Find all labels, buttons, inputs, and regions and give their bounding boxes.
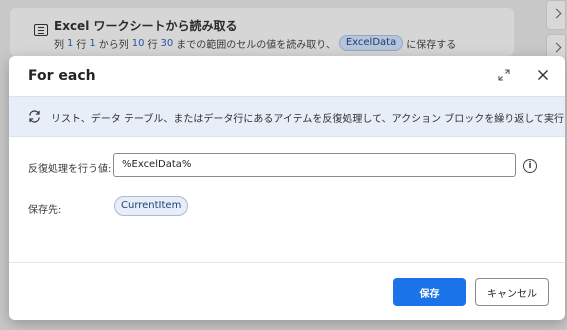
store-label: 保存先: xyxy=(28,205,62,216)
variable-chip: ExcelData xyxy=(338,35,404,51)
desc-number: 1 xyxy=(89,37,96,49)
background-action-description: 列 1 行 1 から列 10 行 30 までの範囲のセルの値を読み取り、 Exc… xyxy=(54,35,456,51)
iterate-label: 反復処理を行う値: xyxy=(28,164,112,175)
desc-text: 行 xyxy=(147,39,158,51)
desc-text: に保存する xyxy=(406,39,457,51)
store-variable-chip[interactable]: CurrentItem xyxy=(114,196,189,216)
close-icon[interactable] xyxy=(536,68,550,82)
desc-number: 30 xyxy=(160,37,174,49)
background-action-title: Excel ワークシートから読み取る xyxy=(54,19,238,33)
save-button[interactable]: 保存 xyxy=(393,278,466,306)
for-each-dialog: For each リスト、データ テーブル、またはデータ行にあるアイテムを反復処… xyxy=(9,56,565,320)
cancel-button[interactable]: キャンセル xyxy=(475,278,549,306)
desc-text: から列 xyxy=(98,39,129,51)
footer-divider xyxy=(9,262,565,263)
info-icon[interactable]: i xyxy=(523,159,537,173)
desc-number: 1 xyxy=(67,37,74,49)
info-text: リスト、データ テーブル、またはデータ行にあるアイテムを反復処理して、アクション… xyxy=(51,110,565,125)
desc-text: 列 xyxy=(54,39,64,51)
chevron-right-icon xyxy=(546,0,566,30)
info-description: リスト、データ テーブル、またはデータ行にあるアイテムを反復処理して、アクション… xyxy=(51,114,565,125)
dialog-title: For each xyxy=(28,68,96,84)
iterate-value-input[interactable]: %ExcelData% xyxy=(113,153,516,177)
info-bar: リスト、データ テーブル、またはデータ行にあるアイテムを反復処理して、アクション… xyxy=(9,96,565,137)
desc-text: 行 xyxy=(76,39,87,51)
expand-icon[interactable] xyxy=(497,68,511,82)
refresh-icon xyxy=(29,110,40,123)
desc-number: 10 xyxy=(131,37,145,49)
excel-icon xyxy=(34,24,48,36)
desc-text: までの範囲のセルの値を読み取り、 xyxy=(176,39,336,51)
